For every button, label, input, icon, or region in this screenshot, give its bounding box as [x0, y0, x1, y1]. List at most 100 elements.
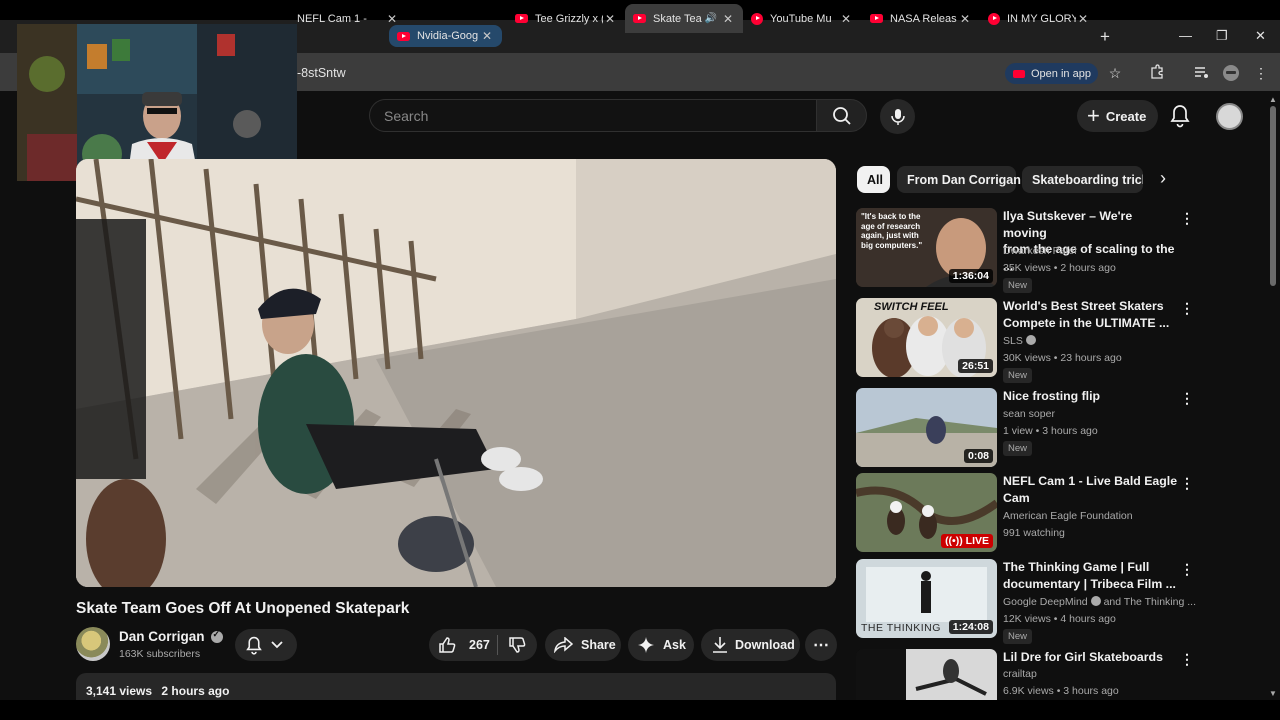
thumbnail[interactable] — [856, 649, 997, 700]
chip-all[interactable]: All — [857, 166, 890, 193]
recommendation-title[interactable]: World's Best Street Skaters Compete in th… — [1003, 298, 1178, 331]
profile-icon[interactable] — [1222, 64, 1240, 82]
channel-name[interactable]: Dwarkesh Patel — [1003, 245, 1077, 257]
search-input[interactable]: Search — [369, 99, 816, 132]
open-in-app-button[interactable]: Open in app — [1005, 63, 1098, 84]
recommendation-item[interactable]: SWITCH FEEL 26:51 World's Best Street Sk… — [856, 298, 1196, 383]
channel-name[interactable]: Google DeepMind and The Thinking ... — [1003, 596, 1196, 608]
youtube-icon — [515, 14, 528, 23]
more-vertical-icon[interactable]: ⋮ — [1180, 561, 1194, 578]
recommendation-item[interactable]: 0:08 Nice frosting flip sean soper 1 vie… — [856, 388, 1196, 468]
share-label: Share — [581, 638, 616, 652]
title-line: NEFL Cam 1 - Live Bald Eagle — [1003, 474, 1178, 488]
create-button[interactable]: + Create — [1077, 100, 1158, 132]
tab-label: NEFL Cam 1 - — [297, 12, 367, 25]
scroll-up-icon[interactable]: ▲ — [1269, 95, 1277, 104]
title-line: World's Best Street Skaters — [1003, 299, 1164, 313]
channel-avatar[interactable] — [76, 627, 110, 661]
recommendation-item[interactable]: "It's back to the age of research again,… — [856, 208, 1196, 293]
more-menu-icon[interactable]: ⋮ — [1252, 64, 1270, 82]
tab-nvidia[interactable]: Nvidia-Goog ✕ — [389, 25, 502, 47]
thumbnail[interactable]: THE THINKING 1:24:08 — [856, 559, 997, 638]
minimize-button[interactable]: — — [1179, 28, 1192, 43]
tab-skate-team[interactable]: Skate Tea 🔊 ✕ — [625, 4, 743, 33]
sparkle-icon — [638, 637, 654, 653]
thumbnail[interactable]: 0:08 — [856, 388, 997, 467]
close-icon[interactable]: ✕ — [958, 12, 972, 26]
channel-name[interactable]: Dan Corrigan — [119, 629, 223, 644]
chip-from-dan-corrigan[interactable]: From Dan Corrigan — [897, 166, 1021, 193]
close-icon[interactable]: ✕ — [721, 12, 735, 26]
channel-name[interactable]: sean soper — [1003, 408, 1055, 420]
scroll-down-icon[interactable]: ▼ — [1269, 689, 1277, 698]
notifications-button[interactable] — [1169, 104, 1191, 133]
new-tab-button[interactable]: + — [1100, 27, 1110, 47]
voice-search-button[interactable] — [880, 99, 915, 134]
more-actions-button[interactable]: ⋯ — [805, 629, 837, 661]
more-vertical-icon[interactable]: ⋮ — [1180, 651, 1194, 668]
download-button[interactable]: Download — [701, 629, 800, 661]
chip-skateboarding-trick[interactable]: Skateboarding trick — [1022, 166, 1143, 193]
channel-name[interactable]: American Eagle Foundation — [1003, 510, 1133, 522]
more-vertical-icon[interactable]: ⋮ — [1180, 390, 1194, 407]
channel-name[interactable]: SLS — [1003, 335, 1036, 347]
tab-label: YouTube Mu — [770, 12, 832, 25]
recommendation-title[interactable]: NEFL Cam 1 - Live Bald Eagle Cam — [1003, 473, 1178, 506]
share-icon — [554, 637, 573, 653]
tab-label: NASA Releas — [890, 12, 957, 25]
extensions-icon[interactable] — [1148, 64, 1166, 82]
title-line: Nice frosting flip — [1003, 389, 1101, 403]
dislike-button[interactable] — [498, 636, 536, 654]
thumbnail[interactable]: SWITCH FEEL 26:51 — [856, 298, 997, 377]
close-window-button[interactable]: ✕ — [1255, 28, 1266, 44]
youtube-icon — [1013, 69, 1025, 78]
tab-youtube-music[interactable]: YouTube Mu ✕ — [743, 4, 861, 33]
more-vertical-icon[interactable]: ⋮ — [1180, 300, 1194, 317]
plus-icon: + — [1087, 103, 1100, 128]
close-icon[interactable]: ✕ — [385, 12, 399, 26]
chevron-right-icon[interactable]: › — [1160, 168, 1166, 189]
ask-button[interactable]: Ask — [628, 629, 694, 661]
subscribe-notifications-button[interactable] — [235, 629, 297, 661]
video-player[interactable] — [76, 159, 836, 587]
tab-label: IN MY GLORY — [1007, 12, 1076, 25]
restore-button[interactable]: ❐ — [1216, 28, 1228, 44]
url-text[interactable]: -8stSntw — [297, 66, 346, 80]
recommendation-title[interactable]: The Thinking Game | Full documentary | Tr… — [1003, 559, 1178, 592]
more-vertical-icon[interactable]: ⋮ — [1180, 475, 1194, 492]
tab-tee-grizzly[interactable]: Tee Grizzly x ( ✕ — [507, 4, 625, 33]
speaker-icon[interactable]: 🔊 — [705, 13, 717, 24]
recommendation-title[interactable]: Nice frosting flip — [1003, 388, 1178, 405]
close-icon[interactable]: ✕ — [480, 29, 494, 43]
close-icon[interactable]: ✕ — [1076, 12, 1090, 26]
tab-nasa[interactable]: NASA Releas ✕ — [862, 4, 980, 33]
recommendation-item[interactable]: ((•)) LIVE NEFL Cam 1 - Live Bald Eagle C… — [856, 473, 1196, 553]
search-button[interactable] — [816, 99, 867, 132]
recommendation-title[interactable]: Lil Dre for Girl Skateboards — [1003, 649, 1178, 666]
recommendation-item[interactable]: THE THINKING 1:24:08 The Thinking Game |… — [856, 559, 1196, 644]
share-button[interactable]: Share — [545, 629, 621, 661]
channel-name-text: SLS — [1003, 335, 1023, 347]
close-icon[interactable]: ✕ — [839, 12, 853, 26]
like-button[interactable]: 267 — [429, 636, 497, 654]
recommendation-item[interactable]: Lil Dre for Girl Skateboards crailtap 6.… — [856, 649, 1196, 700]
ask-label: Ask — [663, 638, 686, 652]
tab-in-my-glory[interactable]: IN MY GLORY ✕ — [980, 4, 1098, 33]
close-icon[interactable]: ✕ — [603, 12, 617, 26]
bookmark-star-icon[interactable]: ☆ — [1106, 64, 1124, 82]
title-line: Ilya Sutskever – We're moving — [1003, 209, 1133, 240]
more-vertical-icon[interactable]: ⋮ — [1180, 210, 1194, 227]
title-line: The Thinking Game | Full — [1003, 560, 1150, 574]
title-line: Compete in the ULTIMATE ... — [1003, 315, 1170, 330]
scrollbar-thumb[interactable] — [1270, 106, 1276, 286]
youtube-music-icon — [988, 12, 1000, 25]
tab-label: Nvidia-Goog — [417, 30, 479, 42]
video-stats: 30K views • 23 hours ago — [1003, 352, 1122, 364]
view-count: 3,141 views — [86, 684, 153, 698]
account-avatar[interactable] — [1216, 103, 1243, 130]
thumbnail[interactable]: "It's back to the age of research again,… — [856, 208, 997, 287]
thumbnail[interactable]: ((•)) LIVE — [856, 473, 997, 552]
media-controls-icon[interactable] — [1192, 64, 1210, 82]
channel-name[interactable]: crailtap — [1003, 668, 1037, 680]
verified-icon — [210, 629, 223, 643]
